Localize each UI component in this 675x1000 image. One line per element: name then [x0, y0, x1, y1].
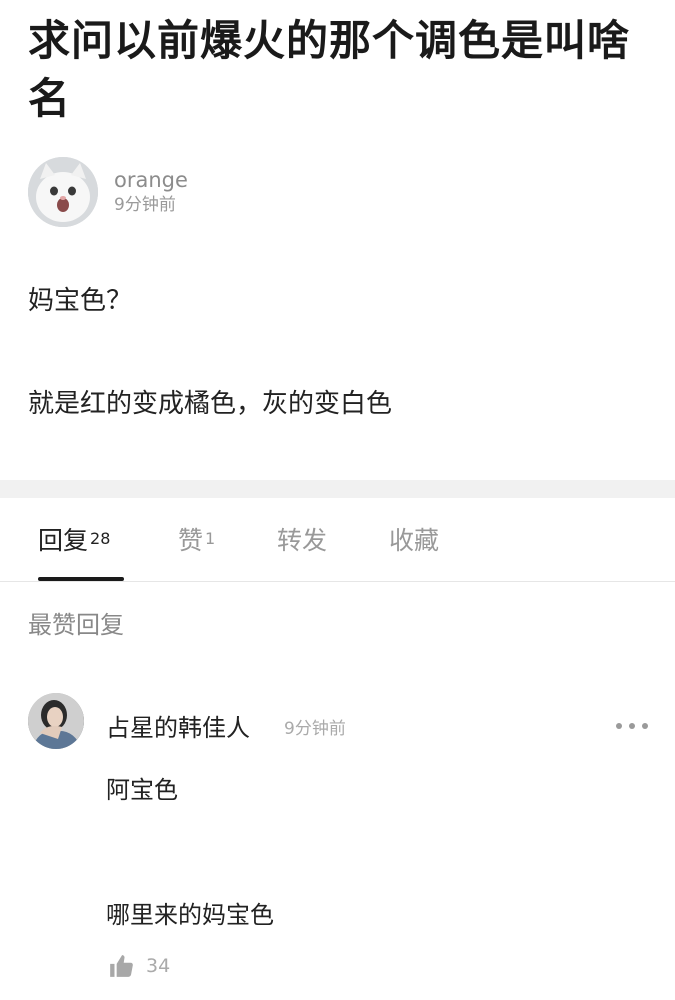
section-divider	[0, 480, 675, 498]
tab-replies[interactable]: 回复 28	[38, 524, 110, 558]
more-dots-icon[interactable]	[616, 716, 648, 736]
avatar[interactable]	[28, 693, 84, 749]
tab-reposts[interactable]: 转发	[277, 524, 327, 558]
tab-label: 回复	[38, 526, 89, 555]
author-name[interactable]: orange	[114, 167, 188, 193]
tab-likes[interactable]: 赞1	[178, 524, 215, 558]
comment-author[interactable]: 占星的韩佳人	[106, 712, 250, 744]
user-photo-icon	[28, 693, 84, 749]
tab-favorites[interactable]: 收藏	[389, 524, 439, 558]
active-tab-indicator	[38, 577, 124, 581]
tab-bar: 回复 28 赞1 转发 收藏	[0, 498, 675, 582]
thumbs-up-icon	[110, 955, 133, 977]
tab-label: 赞	[178, 526, 204, 555]
post-author[interactable]: orange 9分钟前	[28, 157, 188, 227]
post-time: 9分钟前	[114, 195, 176, 215]
tab-count: 28	[90, 529, 111, 548]
comment-text-line: 阿宝色	[106, 776, 178, 804]
tab-label: 转发	[277, 526, 328, 555]
cat-avatar-icon	[28, 157, 98, 227]
like-button[interactable]: 34	[108, 953, 170, 979]
post-body-line: 妈宝色？	[28, 286, 133, 316]
tab-label: 收藏	[389, 526, 440, 555]
comment-time: 9分钟前	[284, 719, 346, 739]
section-title: 最赞回复	[28, 611, 124, 639]
like-count: 34	[146, 955, 171, 977]
avatar[interactable]	[28, 157, 98, 227]
post-body-line: 就是红的变成橘色，灰的变白色	[28, 389, 393, 419]
comment-text-line: 哪里来的妈宝色	[106, 901, 274, 929]
tab-count: 1	[205, 529, 216, 548]
post-title: 求问以前爆火的那个调色是叫啥名	[28, 16, 631, 123]
